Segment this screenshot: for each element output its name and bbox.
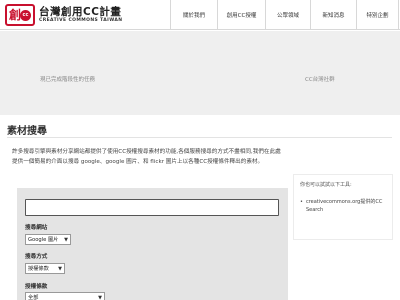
site-logo[interactable]: 創 cc 台灣創用CC計畫 CREATIVE COMMONS TAIWAN: [5, 4, 122, 26]
banner-mission-link[interactable]: 現已完成階段性的任務: [40, 75, 95, 83]
condition-select-value: 全部: [28, 295, 39, 300]
method-label: 搜尋方式: [25, 254, 48, 260]
cc-icon: cc: [20, 10, 31, 21]
intro-text: 許多搜尋引擎與素材分享網站都提供了使用CC授權搜尋素材的功能,各個服務搜尋的方式…: [12, 149, 281, 165]
nav-item-news[interactable]: 新知消息: [310, 0, 356, 30]
logo-mark-icon: 創 cc: [5, 4, 35, 26]
sidebar-item-label: creativecommons.org提供的CC Search: [305, 199, 383, 213]
chevron-down-icon: ▼: [64, 237, 68, 243]
logo-subtitle: CREATIVE COMMONS TAIWAN: [39, 18, 123, 23]
engine-label: 搜尋網站: [25, 225, 48, 231]
chevron-down-icon: ▼: [58, 266, 62, 272]
sidebar-title: 你也可以試試以下工具:: [300, 182, 352, 188]
title-divider: [7, 137, 392, 138]
sidebar-tools: 你也可以試試以下工具: • creativecommons.org提供的CC S…: [293, 174, 393, 240]
bullet-icon: •: [300, 199, 303, 205]
site-header: 創 cc 台灣創用CC計畫 CREATIVE COMMONS TAIWAN 關於…: [0, 0, 400, 30]
nav-item-public-domain[interactable]: 公眾領域: [265, 0, 310, 30]
sidebar-item-cc-search[interactable]: • creativecommons.org提供的CC Search: [300, 198, 386, 214]
main-nav: 關於我們 創用CC授權 公眾領域 新知消息 特別企劃: [170, 0, 399, 30]
logo-title: 台灣創用CC計畫: [39, 6, 122, 18]
chevron-down-icon: ▼: [98, 295, 102, 300]
engine-select-value: Google 圖片: [28, 237, 59, 243]
notice-banner: 現已完成階段性的任務 CC台灣社群: [0, 31, 400, 115]
method-select[interactable]: 授權條款 ▼: [25, 263, 65, 274]
banner-community-link[interactable]: CC台灣社群: [305, 75, 335, 83]
condition-select[interactable]: 全部 ▼: [25, 292, 105, 300]
nav-item-cc-licenses[interactable]: 創用CC授權: [217, 0, 265, 30]
nav-item-about[interactable]: 關於我們: [170, 0, 217, 30]
page-title: 素材搜尋: [7, 126, 47, 137]
search-input[interactable]: [25, 199, 279, 216]
engine-select[interactable]: Google 圖片 ▼: [25, 234, 71, 245]
condition-label: 授權條款: [25, 284, 48, 290]
nav-item-special[interactable]: 特別企劃: [356, 0, 399, 30]
method-select-value: 授權條款: [28, 266, 49, 272]
search-panel: 搜尋網站 Google 圖片 ▼ 搜尋方式 授權條款 ▼ 授權條款 全部 ▼: [17, 188, 288, 300]
